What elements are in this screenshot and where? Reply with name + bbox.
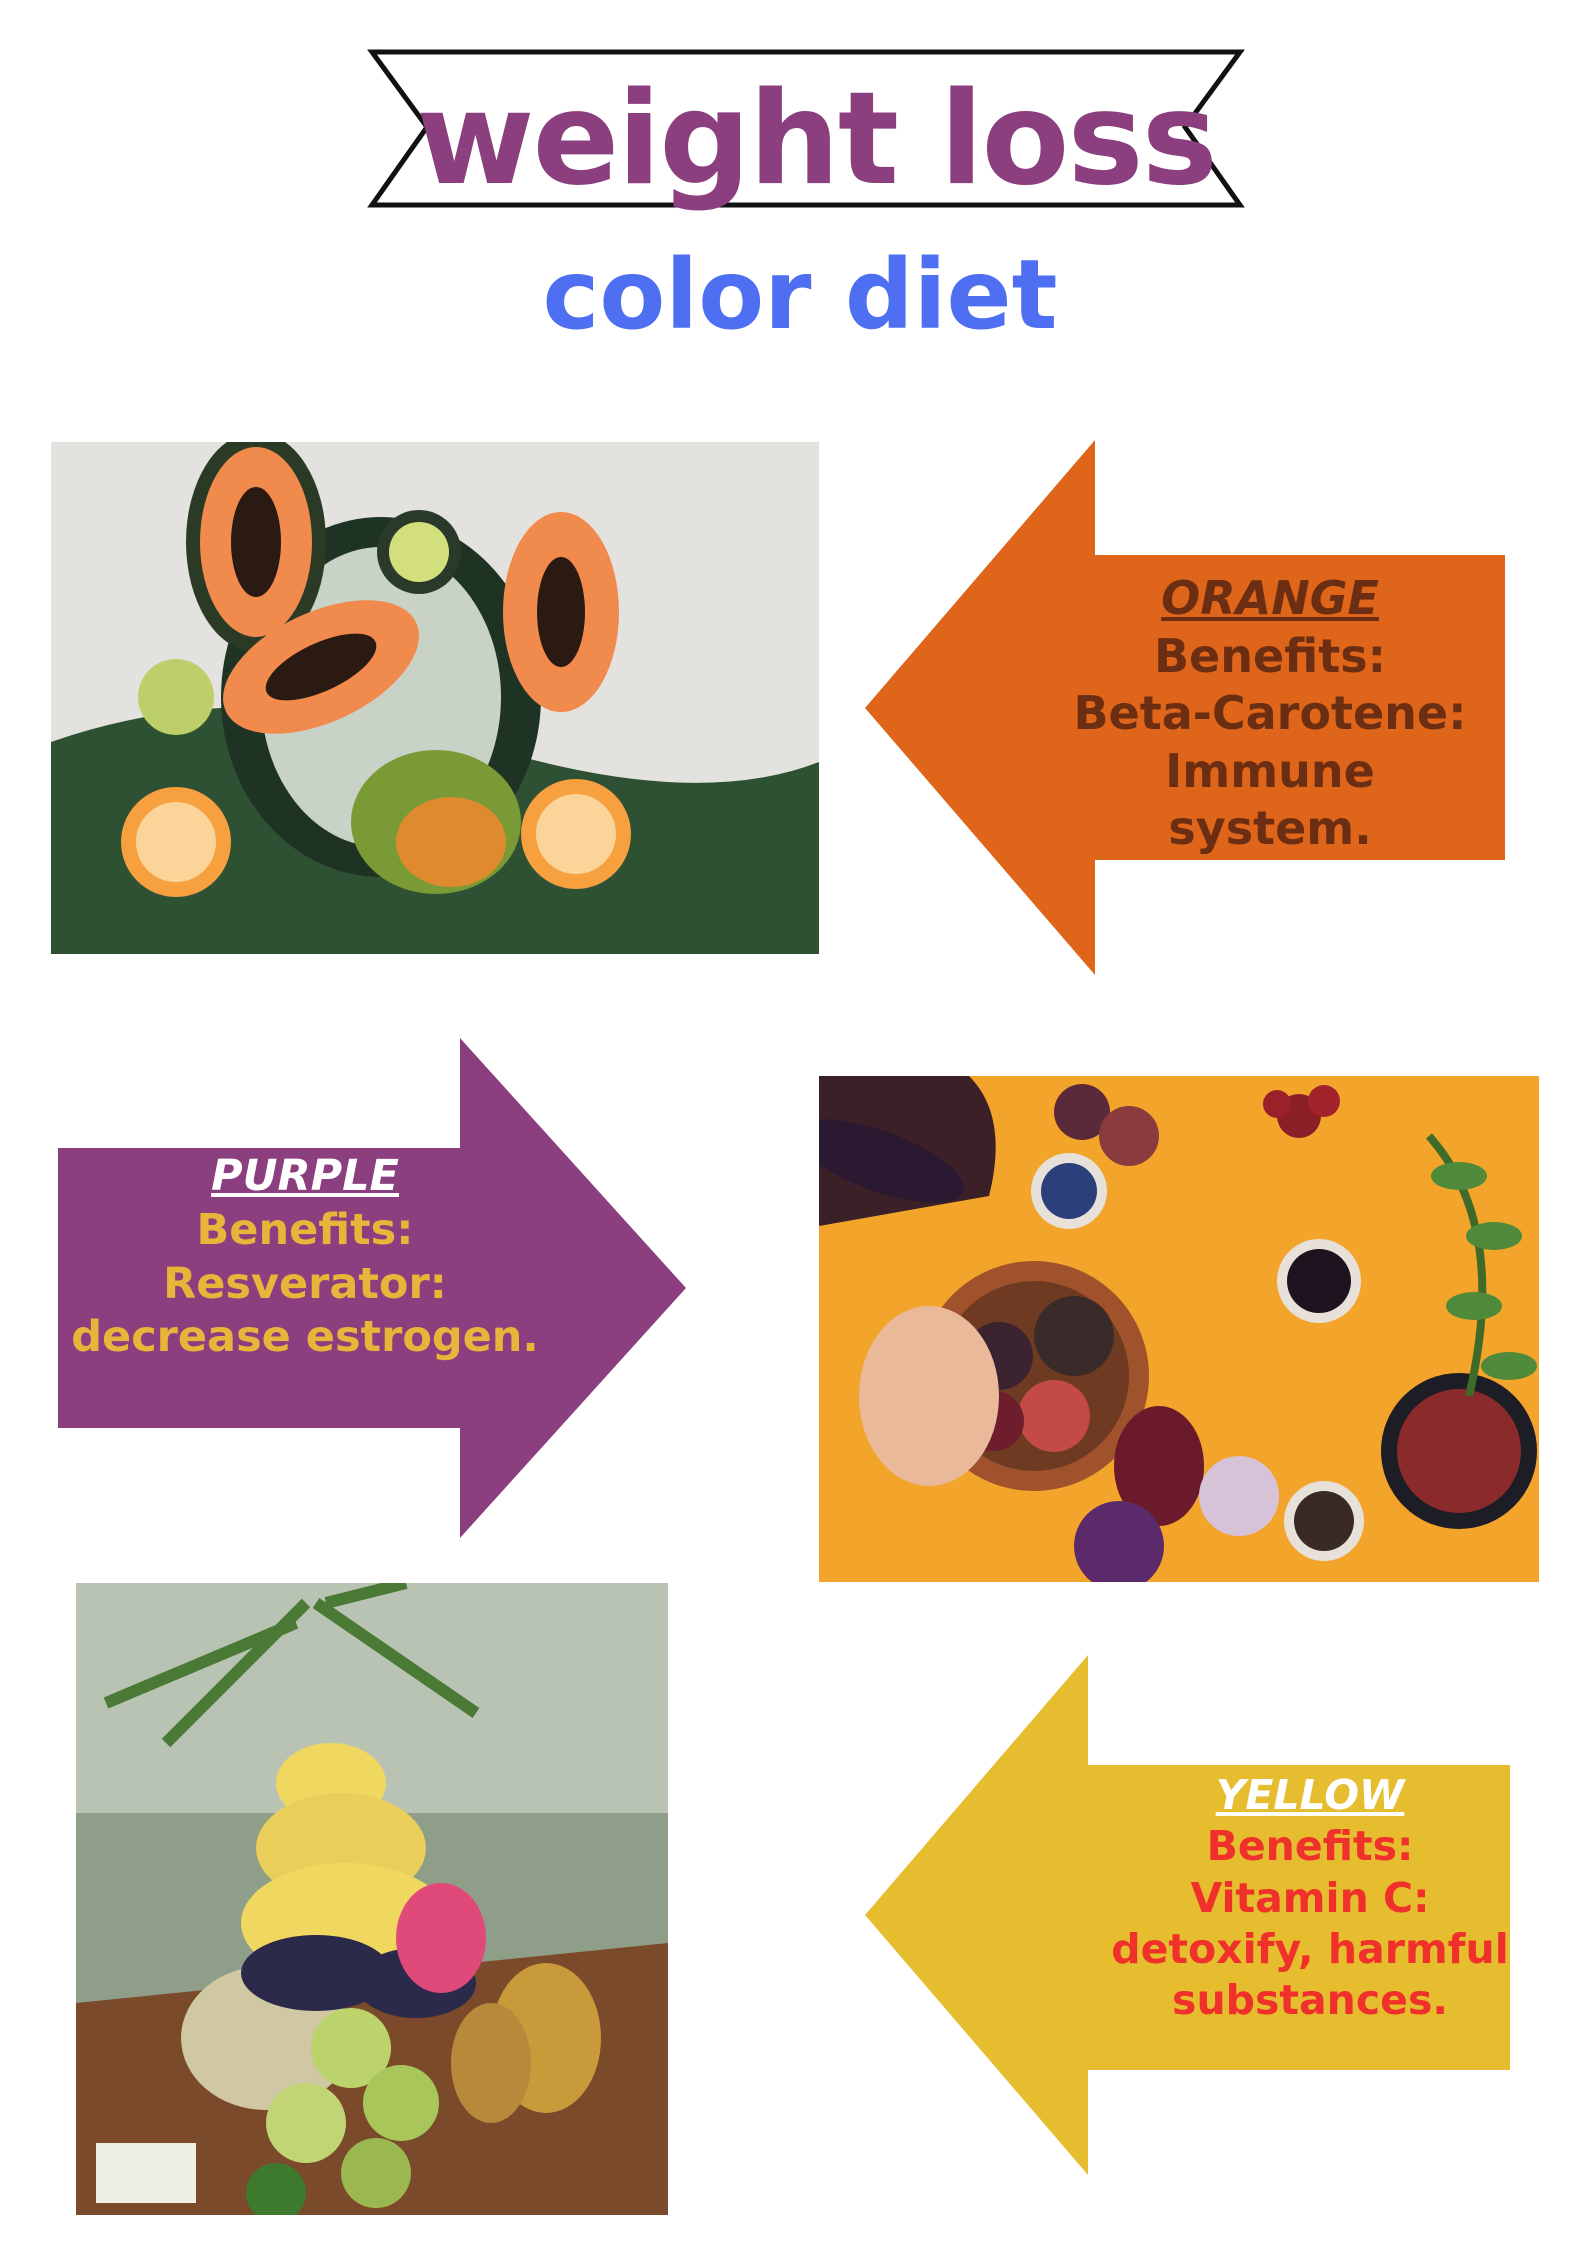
yellow-effect-line1: detoxify, harmful xyxy=(1111,1924,1509,1973)
orange-fruits-photo xyxy=(51,442,819,954)
yellow-effect-line2: substances. xyxy=(1172,1976,1448,2024)
purple-heading: PURPLE xyxy=(211,1151,399,1201)
page-title: weight loss xyxy=(416,65,1218,214)
orange-arrow-label: ORANGE Benefits: Beta-Carotene: Immune s… xyxy=(1060,570,1480,858)
orange-heading: ORANGE xyxy=(1161,571,1379,625)
orange-effect: Immune system. xyxy=(1165,743,1375,856)
yellow-fruits-photo xyxy=(76,1583,668,2215)
purple-effect: decrease estrogen. xyxy=(71,1312,539,1363)
yellow-arrow-label: YELLOW Benefits: Vitamin C: detoxify, ha… xyxy=(1110,1770,1510,2026)
orange-benefits-label: Benefits: xyxy=(1153,628,1387,683)
yellow-heading: YELLOW xyxy=(1215,1771,1405,1819)
purple-benefits-label: Benefits: xyxy=(196,1204,414,1255)
yellow-nutrient: Vitamin C: xyxy=(1190,1873,1430,1922)
purple-nutrient: Resverator: xyxy=(163,1258,447,1309)
page-subtitle: color diet xyxy=(542,239,1058,351)
orange-nutrient: Beta-Carotene: xyxy=(1073,686,1467,740)
purple-foods-photo xyxy=(819,1076,1539,1582)
yellow-benefits-label: Benefits: xyxy=(1206,1822,1414,1871)
purple-arrow-label: PURPLE Benefits: Resverator: decrease es… xyxy=(70,1150,540,1365)
